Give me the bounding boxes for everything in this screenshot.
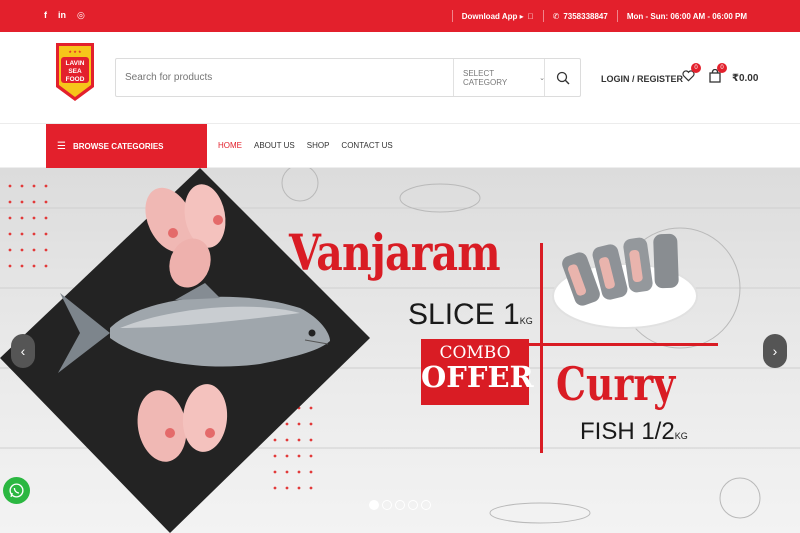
nav-link-contact-us[interactable]: CONTACT US — [341, 141, 392, 150]
slider-next-button[interactable]: › — [763, 334, 787, 368]
chevron-left-icon: ‹ — [20, 343, 26, 359]
cart-count-badge: 0 — [717, 63, 727, 73]
hero-slice-label: SLICE 1 — [408, 298, 520, 331]
download-app-link[interactable]: Download App ▸  — [451, 10, 543, 22]
slider-dot[interactable] — [395, 500, 405, 510]
logo-line-3: FOOD — [66, 76, 85, 83]
chevron-right-icon: › — [772, 343, 778, 359]
hero-slider: Vanjaram SLICE 1KG COMBO OFFER Curry FIS… — [0, 168, 800, 533]
search-bar: SELECT CATEGORY ⌄ — [115, 58, 581, 97]
site-header: LAVIN SEA FOOD ★ ★ ★ SELECT CATEGORY ⌄ L… — [0, 32, 800, 124]
slider-pagination — [369, 500, 431, 510]
main-navigation: ☰ BROWSE CATEGORIES HOME ABOUT US SHOP C… — [0, 124, 800, 168]
hero-fish-label: FISH 1/2 — [580, 418, 675, 445]
browse-categories-label: BROWSE CATEGORIES — [72, 141, 164, 151]
search-button[interactable] — [544, 59, 580, 96]
nav-link-about-us[interactable]: ABOUT US — [254, 141, 295, 150]
wishlist-button[interactable]: 0 — [682, 63, 701, 87]
phone-number: 7358338847 — [563, 11, 608, 21]
svg-text:★ ★ ★: ★ ★ ★ — [68, 49, 82, 54]
social-links: f in ◎ — [44, 10, 85, 21]
logo-line-2: SEA — [68, 68, 82, 75]
category-select[interactable]: SELECT CATEGORY ⌄ — [453, 59, 545, 96]
curry-fish-plate — [552, 233, 698, 329]
slider-dot[interactable] — [369, 500, 379, 510]
logo-line-1: LAVIN — [65, 60, 84, 67]
category-select-label: SELECT CATEGORY — [463, 68, 508, 87]
apple-icon:  — [528, 12, 534, 21]
cart-button[interactable]: 0 — [709, 63, 727, 88]
linkedin-icon[interactable]: in — [58, 10, 66, 21]
slider-dot[interactable] — [421, 500, 431, 510]
nav-link-shop[interactable]: SHOP — [307, 141, 330, 150]
hero-fish-unit: KG — [674, 431, 688, 441]
hero-slice-text: SLICE 1KG — [408, 300, 533, 330]
slider-dot[interactable] — [382, 500, 392, 510]
download-app-label: Download App ▸ — [461, 11, 524, 21]
hero-title: Vanjaram — [289, 223, 501, 282]
opening-hours: Mon - Sun: 06:00 AM - 06:00 PM — [616, 10, 756, 22]
search-input[interactable] — [116, 59, 446, 96]
login-register-link[interactable]: LOGIN / REGISTER — [601, 74, 683, 84]
opening-hours-text: Mon - Sun: 06:00 AM - 06:00 PM — [626, 11, 747, 21]
phone-icon: ✆ — [552, 11, 560, 21]
browse-categories-button[interactable]: ☰ BROWSE CATEGORIES — [46, 124, 207, 168]
whatsapp-button[interactable] — [3, 477, 30, 504]
wishlist-count-badge: 0 — [691, 63, 701, 73]
hero-slice-unit: KG — [519, 316, 533, 326]
offer-label: OFFER — [421, 360, 534, 394]
phone-link[interactable]: ✆ 7358338847 — [542, 10, 617, 22]
hero-fish-text: FISH 1/2KG — [580, 420, 688, 444]
hamburger-icon: ☰ — [57, 140, 66, 152]
slider-dot[interactable] — [408, 500, 418, 510]
whatsapp-icon — [9, 483, 24, 498]
hero-curry-title: Curry — [556, 357, 676, 411]
cart-total[interactable]: ₹0.00 — [732, 73, 758, 84]
slider-prev-button[interactable]: ‹ — [11, 334, 35, 368]
instagram-icon[interactable]: ◎ — [77, 10, 85, 21]
search-icon — [556, 71, 569, 84]
nav-link-home[interactable]: HOME — [218, 141, 242, 150]
site-logo[interactable]: LAVIN SEA FOOD ★ ★ ★ — [54, 41, 96, 103]
top-bar: f in ◎ Download App ▸  ✆ 7358338847 Mon… — [0, 0, 800, 32]
facebook-icon[interactable]: f — [44, 10, 47, 21]
combo-offer-box: COMBO OFFER — [421, 339, 534, 405]
